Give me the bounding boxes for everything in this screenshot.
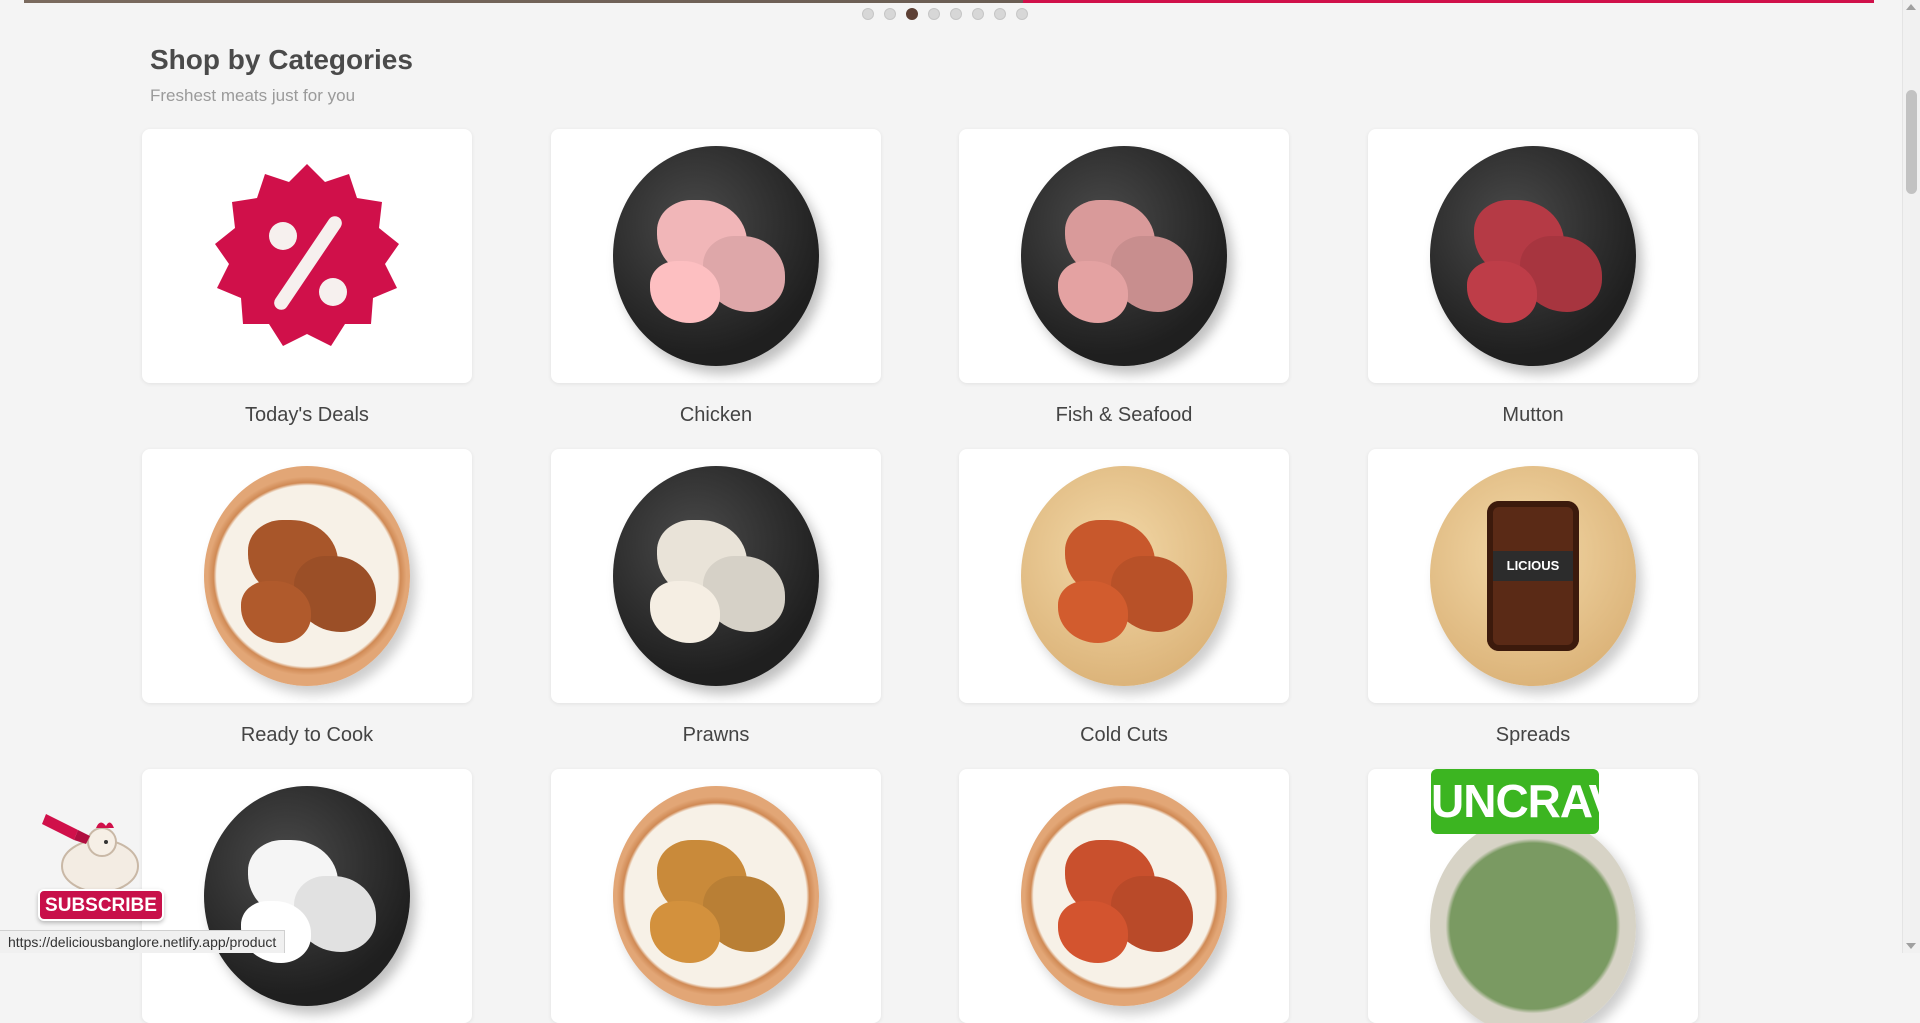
category-card[interactable]: LICIOUS Spreads xyxy=(1368,449,1698,747)
carousel-dot[interactable] xyxy=(862,8,874,20)
carousel-dot[interactable] xyxy=(906,8,918,20)
category-label[interactable]: Spreads xyxy=(1368,724,1698,747)
category-image[interactable]: UNCRAVE xyxy=(1368,769,1698,1023)
scrollbar[interactable] xyxy=(1902,0,1920,953)
section-title: Shop by Categories xyxy=(150,44,413,75)
category-card[interactable] xyxy=(551,769,881,1023)
category-card[interactable] xyxy=(142,769,472,1023)
category-label[interactable]: Today's Deals xyxy=(142,404,472,427)
category-image[interactable] xyxy=(1368,129,1698,383)
carousel-dot[interactable] xyxy=(884,8,896,20)
category-card[interactable] xyxy=(959,769,1289,1023)
category-card[interactable]: Mutton xyxy=(1368,129,1698,427)
category-label[interactable]: Ready to Cook xyxy=(142,724,472,747)
deals-badge-icon xyxy=(215,164,399,346)
jar-label: LICIOUS xyxy=(1493,550,1573,581)
category-image[interactable] xyxy=(551,129,881,383)
category-label[interactable]: Mutton xyxy=(1368,404,1698,427)
category-label[interactable]: Cold Cuts xyxy=(959,724,1289,747)
category-card[interactable]: UNCRAVE xyxy=(1368,769,1698,1023)
category-card[interactable]: Cold Cuts xyxy=(959,449,1289,747)
rooster-mascot-icon xyxy=(42,814,139,893)
carousel-dot[interactable] xyxy=(972,8,984,20)
category-image[interactable] xyxy=(959,129,1289,383)
hero-banner-edge xyxy=(24,0,1874,3)
scroll-down-icon[interactable] xyxy=(1906,943,1916,949)
category-label[interactable]: Fish & Seafood xyxy=(959,404,1289,427)
category-card[interactable]: Chicken xyxy=(551,129,881,427)
carousel-dots xyxy=(862,8,1028,20)
uncrave-logo: UNCRAVE xyxy=(1431,769,1649,834)
category-image[interactable]: LICIOUS xyxy=(1368,449,1698,703)
category-label[interactable]: Prawns xyxy=(551,724,881,747)
carousel-dot[interactable] xyxy=(994,8,1006,20)
category-image[interactable] xyxy=(551,449,881,703)
category-label[interactable]: Chicken xyxy=(551,404,881,427)
category-card[interactable]: Ready to Cook xyxy=(142,449,472,747)
scrollbar-thumb[interactable] xyxy=(1906,90,1917,194)
category-image[interactable] xyxy=(142,769,472,1023)
carousel-dot[interactable] xyxy=(950,8,962,20)
category-card[interactable]: Fish & Seafood xyxy=(959,129,1289,427)
category-image[interactable] xyxy=(142,129,472,383)
carousel-dot[interactable] xyxy=(928,8,940,20)
category-card[interactable]: Today's Deals xyxy=(142,129,472,427)
category-image[interactable] xyxy=(959,769,1289,1023)
browser-status-url: https://deliciousbanglore.netlify.app/pr… xyxy=(0,930,286,953)
carousel-dot[interactable] xyxy=(1016,8,1028,20)
category-image[interactable] xyxy=(959,449,1289,703)
subscribe-button[interactable]: SUBSCRIBE xyxy=(38,889,164,921)
uncrave-plate-icon xyxy=(1430,816,1636,1023)
category-image[interactable] xyxy=(142,449,472,703)
category-card[interactable]: Prawns xyxy=(551,449,881,747)
category-image[interactable] xyxy=(551,769,881,1023)
section-header: Shop by Categories Freshest meats just f… xyxy=(150,44,413,106)
subscribe-widget[interactable]: SUBSCRIBE xyxy=(38,800,166,921)
scroll-up-icon[interactable] xyxy=(1906,4,1916,10)
section-subtitle: Freshest meats just for you xyxy=(150,86,356,105)
